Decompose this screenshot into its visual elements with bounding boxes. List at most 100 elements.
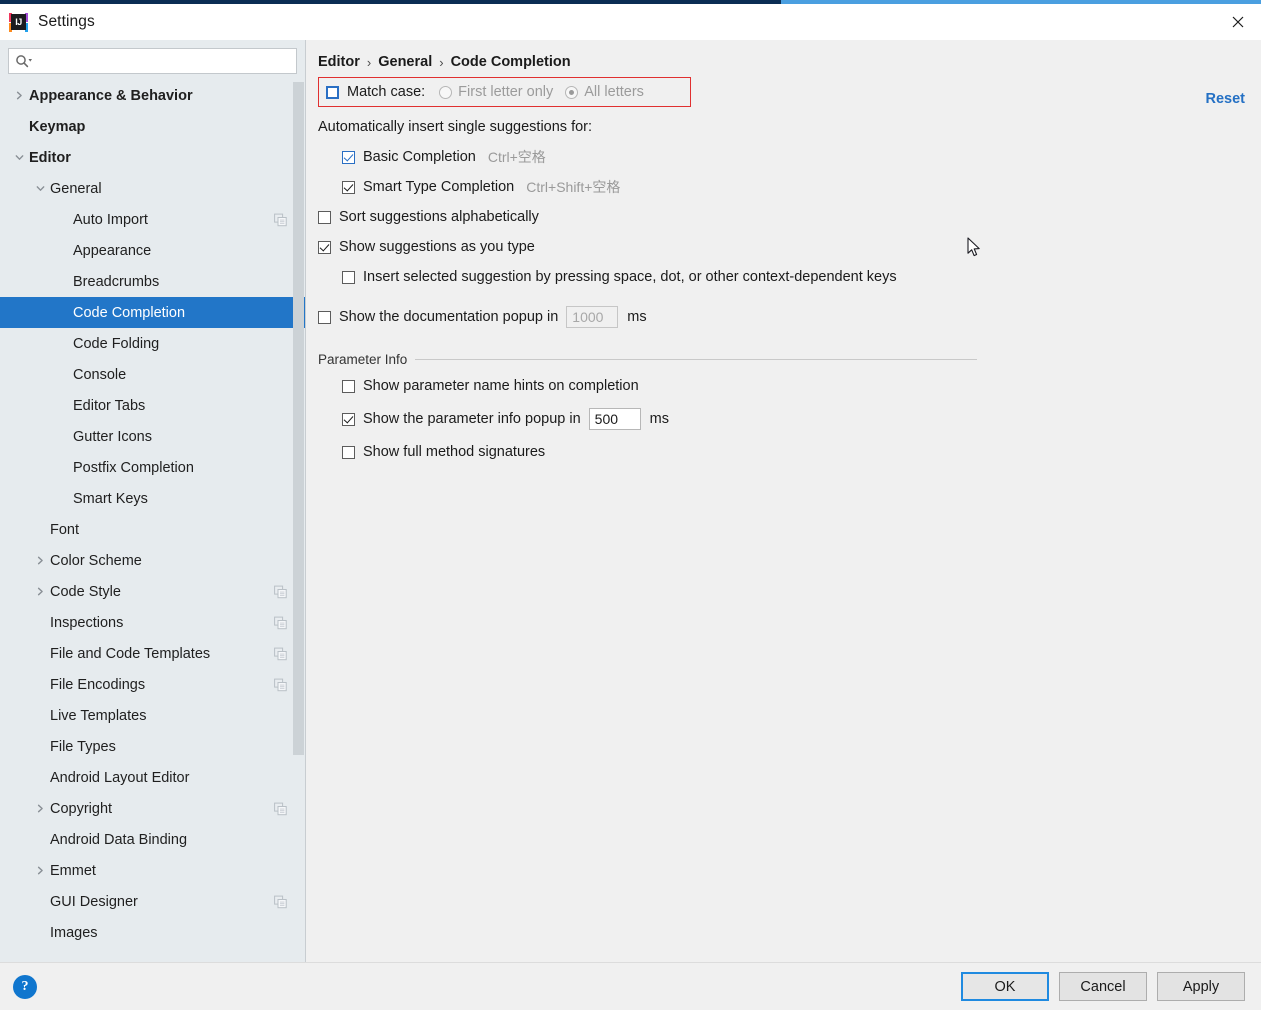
insert-selected-suggestion-row[interactable]: Insert selected suggestion by pressing s… xyxy=(318,264,1261,290)
sidebar-item-images[interactable]: Images xyxy=(0,917,305,948)
show-full-signatures-checkbox[interactable] xyxy=(342,446,355,459)
ok-button[interactable]: OK xyxy=(961,972,1049,1001)
show-parameter-hints-row[interactable]: Show parameter name hints on completion xyxy=(318,373,1261,399)
show-full-signatures-row[interactable]: Show full method signatures xyxy=(318,439,1261,465)
show-suggestions-checkbox[interactable] xyxy=(318,241,331,254)
sidebar-item-appearance[interactable]: Appearance xyxy=(0,235,305,266)
apply-button[interactable]: Apply xyxy=(1157,972,1245,1001)
sidebar-scrollbar-thumb[interactable] xyxy=(293,82,304,755)
copy-settings-icon[interactable] xyxy=(274,585,287,598)
chevron-right-icon[interactable] xyxy=(30,866,50,875)
documentation-popup-checkbox[interactable] xyxy=(318,311,331,324)
sidebar-item-color-scheme[interactable]: Color Scheme xyxy=(0,545,305,576)
basic-completion-row[interactable]: Basic Completion Ctrl+空格 xyxy=(318,144,1261,170)
sidebar-item-label: GUI Designer xyxy=(50,894,138,910)
sidebar-item-gui-designer[interactable]: GUI Designer xyxy=(0,886,305,917)
sort-suggestions-row[interactable]: Sort suggestions alphabetically xyxy=(318,204,1261,230)
sidebar-item-label: Keymap xyxy=(29,119,85,135)
sidebar-item-label: Auto Import xyxy=(73,212,148,228)
sidebar-item-postfix-completion[interactable]: Postfix Completion xyxy=(0,452,305,483)
parameter-info-group-header: Parameter Info xyxy=(318,352,1261,367)
sidebar-item-code-completion[interactable]: Code Completion xyxy=(0,297,305,328)
copy-settings-icon[interactable] xyxy=(274,213,287,226)
settings-tree[interactable]: Appearance & Behavior Keymap EditorGeneral… xyxy=(0,80,305,962)
tree-indent-spacer xyxy=(30,928,50,937)
sidebar-item-editor-tabs[interactable]: Editor Tabs xyxy=(0,390,305,421)
parameter-popup-delay-checkbox[interactable] xyxy=(342,413,355,426)
close-icon[interactable] xyxy=(1215,4,1261,40)
chevron-right-icon[interactable] xyxy=(30,804,50,813)
help-icon[interactable]: ? xyxy=(13,975,37,999)
sidebar-item-emmet[interactable]: Emmet xyxy=(0,855,305,886)
sidebar-item-auto-import[interactable]: Auto Import xyxy=(0,204,305,235)
basic-completion-checkbox[interactable] xyxy=(342,151,355,164)
show-parameter-hints-checkbox[interactable] xyxy=(342,380,355,393)
search-input[interactable] xyxy=(33,53,296,70)
sidebar-item-general[interactable]: General xyxy=(0,173,305,204)
sidebar-item-label: File and Code Templates xyxy=(50,646,210,662)
sidebar-item-android-data-binding[interactable]: Android Data Binding xyxy=(0,824,305,855)
sidebar-item-file-and-code-templates[interactable]: File and Code Templates xyxy=(0,638,305,669)
sidebar-item-live-templates[interactable]: Live Templates xyxy=(0,700,305,731)
sidebar-item-copyright[interactable]: Copyright xyxy=(0,793,305,824)
chevron-right-icon[interactable] xyxy=(30,556,50,565)
copy-settings-icon[interactable] xyxy=(274,678,287,691)
parameter-popup-delay-input[interactable] xyxy=(589,408,641,430)
sort-suggestions-checkbox[interactable] xyxy=(318,211,331,224)
sidebar-item-inspections[interactable]: Inspections xyxy=(0,607,305,638)
sidebar-item-gutter-icons[interactable]: Gutter Icons xyxy=(0,421,305,452)
sidebar-item-editor[interactable]: Editor xyxy=(0,142,305,173)
match-case-radio-group: First letter only All letters xyxy=(439,84,656,100)
parameter-info-title: Parameter Info xyxy=(318,352,415,367)
sidebar-item-label: Gutter Icons xyxy=(73,429,152,445)
copy-settings-icon[interactable] xyxy=(274,647,287,660)
tree-indent-spacer xyxy=(53,277,73,286)
documentation-popup-row[interactable]: Show the documentation popup in ms xyxy=(318,304,1261,330)
sidebar-item-font[interactable]: Font xyxy=(0,514,305,545)
tree-indent-spacer xyxy=(30,773,50,782)
breadcrumb-item-general[interactable]: General xyxy=(378,54,432,70)
sidebar-item-console[interactable]: Console xyxy=(0,359,305,390)
dialog-body: Appearance & BehaviorKeymapEditorGeneral… xyxy=(0,40,1261,962)
sidebar-item-label: Appearance & Behavior xyxy=(29,88,193,104)
sidebar-item-smart-keys[interactable]: Smart Keys xyxy=(0,483,305,514)
smart-type-completion-row[interactable]: Smart Type Completion Ctrl+Shift+空格 xyxy=(318,174,1261,200)
sidebar-item-android-layout-editor[interactable]: Android Layout Editor xyxy=(0,762,305,793)
documentation-popup-unit: ms xyxy=(627,309,646,325)
tree-indent-spacer xyxy=(53,432,73,441)
sidebar-item-label: Copyright xyxy=(50,801,112,817)
radio-first-letter-only[interactable]: First letter only xyxy=(439,84,553,100)
parameter-popup-delay-row[interactable]: Show the parameter info popup in ms xyxy=(318,406,1261,432)
radio-all-letters[interactable]: All letters xyxy=(565,84,644,100)
match-case-checkbox[interactable] xyxy=(326,86,339,99)
search-box[interactable] xyxy=(8,48,297,74)
sidebar-item-keymap[interactable]: Keymap xyxy=(0,111,305,142)
smart-type-completion-checkbox[interactable] xyxy=(342,181,355,194)
sidebar-item-label: Code Completion xyxy=(73,305,185,321)
match-case-label: Match case: xyxy=(347,84,425,100)
insert-selected-suggestion-checkbox[interactable] xyxy=(342,271,355,284)
sidebar-item-code-folding[interactable]: Code Folding xyxy=(0,328,305,359)
search-icon xyxy=(15,54,33,68)
documentation-popup-delay-input[interactable] xyxy=(566,306,618,328)
sidebar-item-label: File Types xyxy=(50,739,116,755)
sidebar-item-file-types[interactable]: File Types xyxy=(0,731,305,762)
breadcrumb-separator-icon: › xyxy=(367,55,371,70)
copy-settings-icon[interactable] xyxy=(274,802,287,815)
chevron-down-icon[interactable] xyxy=(9,153,29,162)
chevron-right-icon[interactable] xyxy=(9,91,29,100)
copy-settings-icon[interactable] xyxy=(274,895,287,908)
cancel-button[interactable]: Cancel xyxy=(1059,972,1147,1001)
breadcrumb-item-editor[interactable]: Editor xyxy=(318,54,360,70)
sidebar-item-code-style[interactable]: Code Style xyxy=(0,576,305,607)
chevron-right-icon[interactable] xyxy=(30,587,50,596)
show-suggestions-row[interactable]: Show suggestions as you type xyxy=(318,234,1261,260)
copy-settings-icon[interactable] xyxy=(274,616,287,629)
sidebar-item-file-encodings[interactable]: File Encodings xyxy=(0,669,305,700)
chevron-down-icon[interactable] xyxy=(30,184,50,193)
footer-button-group: OK Cancel Apply xyxy=(961,972,1245,1001)
sidebar-item-breadcrumbs[interactable]: Breadcrumbs xyxy=(0,266,305,297)
tree-indent-spacer xyxy=(53,215,73,224)
auto-insert-header: Automatically insert single suggestions … xyxy=(318,119,592,135)
sidebar-item-appearance-behavior[interactable]: Appearance & Behavior xyxy=(0,80,305,111)
